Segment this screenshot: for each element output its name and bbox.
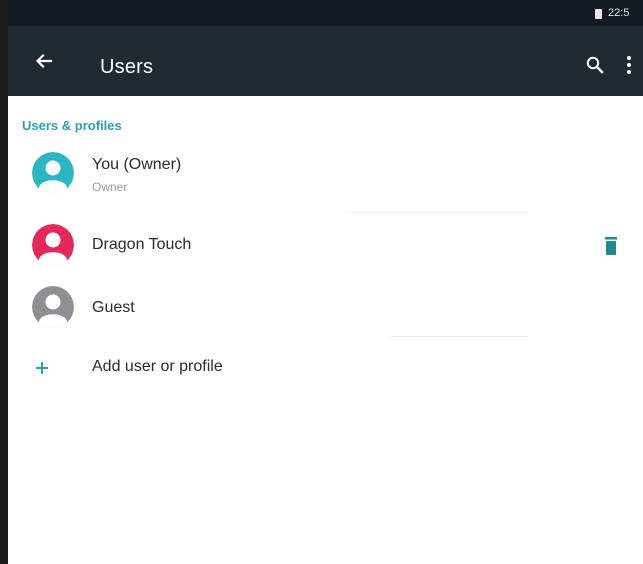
delete-icon[interactable] xyxy=(602,236,620,256)
user-avatar-icon xyxy=(32,286,74,328)
more-vert-icon[interactable] xyxy=(625,54,633,76)
battery-icon xyxy=(595,9,602,19)
back-arrow-icon[interactable] xyxy=(34,51,54,71)
user-row-guest[interactable]: Guest xyxy=(8,278,643,340)
search-icon[interactable] xyxy=(585,55,605,75)
settings-screen: 22:5 Users Users & profiles You (Owner) … xyxy=(8,0,643,564)
user-row-owner[interactable]: You (Owner) Owner xyxy=(8,144,643,206)
user-subtitle: Owner xyxy=(92,180,128,194)
user-avatar-icon xyxy=(32,224,74,266)
user-name: You (Owner) xyxy=(92,156,182,173)
user-row-dragon-touch[interactable]: Dragon Touch xyxy=(8,214,643,276)
section-header: Users & profiles xyxy=(22,118,122,133)
user-avatar-icon xyxy=(32,152,74,194)
page-title: Users xyxy=(100,56,154,78)
plus-icon xyxy=(34,360,50,376)
status-bar: 22:5 xyxy=(8,0,643,26)
add-user-label: Add user or profile xyxy=(92,358,223,375)
add-user-button[interactable]: Add user or profile xyxy=(8,338,643,400)
app-bar: Users xyxy=(8,26,643,96)
status-time: 22:5 xyxy=(608,7,630,19)
divider xyxy=(348,212,528,213)
user-name: Dragon Touch xyxy=(92,236,192,253)
user-name: Guest xyxy=(92,299,135,316)
divider xyxy=(388,336,528,337)
